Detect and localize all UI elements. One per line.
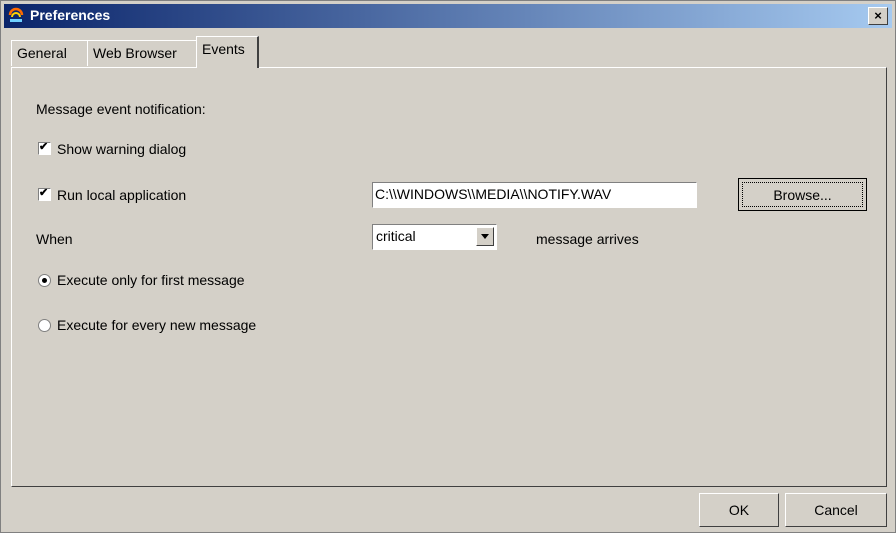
show-warning-checkbox[interactable] <box>38 140 51 155</box>
close-button[interactable]: × <box>868 7 888 25</box>
browse-button[interactable]: Browse... <box>738 178 867 211</box>
tab-events[interactable]: Events <box>196 36 259 68</box>
tab-web-browser[interactable]: Web Browser <box>87 40 197 66</box>
first-message-radio[interactable] <box>38 274 51 287</box>
every-message-radio[interactable] <box>38 319 51 332</box>
message-arrives-label: message arrives <box>536 231 639 247</box>
every-message-label[interactable]: Execute for every new message <box>57 317 256 333</box>
first-message-label[interactable]: Execute only for first message <box>57 272 245 288</box>
show-warning-label[interactable]: Show warning dialog <box>57 141 186 157</box>
severity-selected-value: critical <box>376 228 416 244</box>
run-local-label[interactable]: Run local application <box>57 187 186 203</box>
application-path-input[interactable]: C:\\WINDOWS\\MEDIA\\NOTIFY.WAV <box>372 182 697 208</box>
severity-select[interactable]: critical <box>372 224 497 250</box>
ok-button[interactable]: OK <box>699 493 779 527</box>
window-title: Preferences <box>30 7 111 23</box>
preferences-window: Preferences × General Web Browser Events… <box>0 0 896 533</box>
chevron-down-icon[interactable] <box>476 227 494 246</box>
browse-button-label: Browse... <box>742 182 863 207</box>
cancel-button[interactable]: Cancel <box>785 493 887 527</box>
title-bar[interactable]: Preferences × <box>4 4 892 28</box>
run-local-checkbox[interactable] <box>38 186 51 201</box>
event-notification-heading: Message event notification: <box>36 101 206 117</box>
when-label: When <box>36 231 73 247</box>
app-logo-icon <box>8 7 24 22</box>
tab-general[interactable]: General <box>11 40 88 66</box>
